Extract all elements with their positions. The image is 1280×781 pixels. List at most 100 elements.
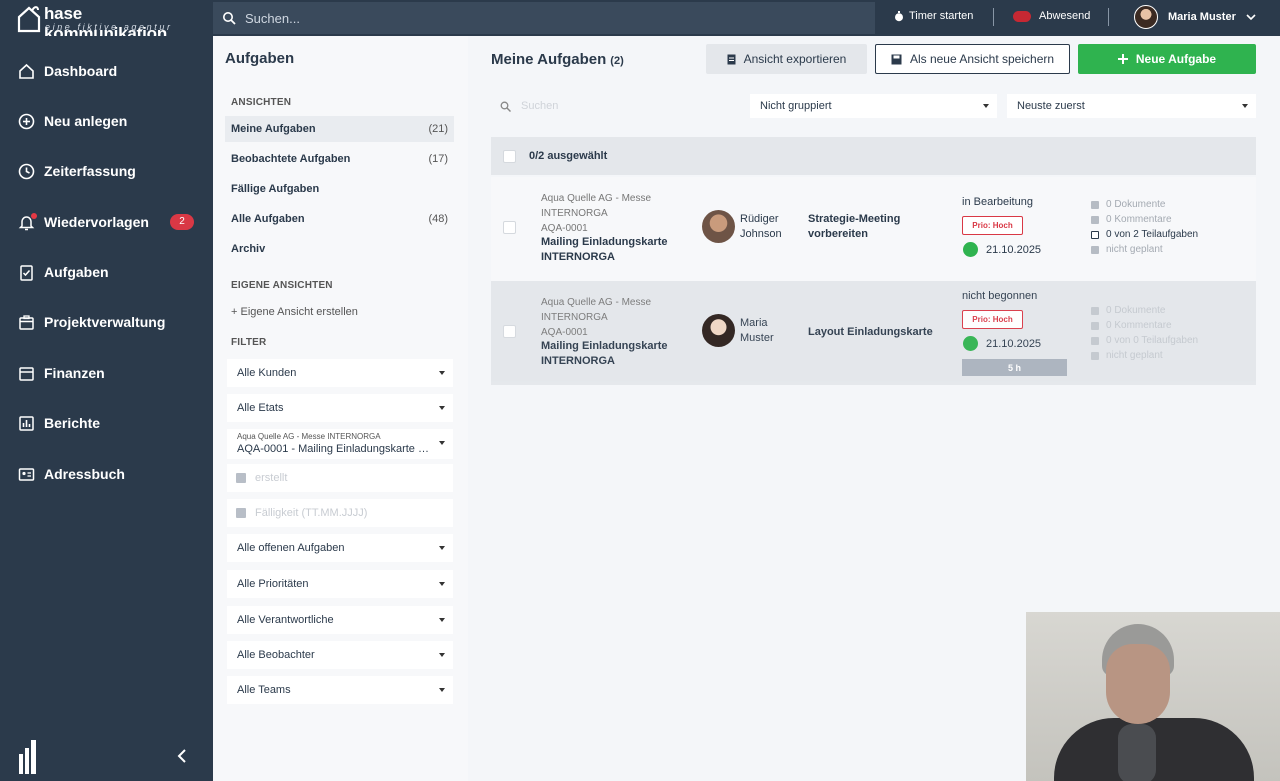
grouping-select[interactable]: Nicht gruppiert [750,94,997,118]
task-row[interactable]: Aqua Quelle AG - Messe INTERNORGA AQA-00… [491,177,1256,281]
timer-start-button[interactable]: Timer starten [894,10,973,22]
caret-down-icon [439,582,445,586]
caret-down-icon [439,546,445,550]
absent-label: Abwesend [1039,10,1091,22]
sidebar-item-berichte[interactable]: Berichte [0,405,213,441]
responsible-filter-select[interactable]: Alle Verantwortliche [227,606,453,634]
created-date-placeholder: erstellt [255,472,288,484]
documents-count-text: 0 Dokumente [1106,305,1166,316]
sidebar-item-dashboard[interactable]: Dashboard [0,53,213,89]
grouping-value: Nicht gruppiert [760,100,832,112]
view-item-archiv[interactable]: Archiv [225,236,454,262]
comments-count[interactable]: 0 Kommentare [1091,318,1198,333]
sidebar-item-label: Projektverwaltung [44,314,166,330]
comments-count[interactable]: 0 Kommentare [1091,212,1198,227]
sidebar-item-aufgaben[interactable]: Aufgaben [0,254,213,290]
sorting-value: Neuste zuerst [1017,100,1085,112]
observer-filter-select[interactable]: Alle Beobachter [227,641,453,669]
sidebar-item-label: Neu anlegen [44,113,128,129]
absent-toggle[interactable]: Abwesend [1013,10,1090,22]
checkbox-icon [1091,336,1099,345]
filter-value: Alle Prioritäten [237,578,309,590]
task-search-input[interactable]: Suchen [491,94,741,118]
absent-toggle-switch[interactable] [1013,10,1031,22]
export-view-button[interactable]: Ansicht exportieren [706,44,867,74]
task-title[interactable]: Layout Einladungskarte [808,325,933,340]
notification-dot [31,213,37,219]
task-project[interactable]: Mailing Einladungskarte INTERNORGA [541,339,668,369]
sidebar-item-wiedervorlagen[interactable]: Wiedervorlagen 2 [0,204,213,240]
sidebar-item-projektverwaltung[interactable]: Projektverwaltung [0,304,213,340]
view-item-count: (17) [428,153,448,165]
comments-count-text: 0 Kommentare [1106,320,1172,331]
sidebar-item-finanzen[interactable]: Finanzen [0,355,213,391]
subtasks-count[interactable]: 0 von 0 Teilaufgaben [1091,333,1198,348]
project-filter-select[interactable]: Aqua Quelle AG - Messe INTERNORGA AQA-00… [227,429,453,459]
caret-down-icon [439,688,445,692]
priority-filter-select[interactable]: Alle Prioritäten [227,570,453,598]
caret-down-icon [439,653,445,657]
status-dot-icon [963,242,978,257]
task-client: Aqua Quelle AG - Messe INTERNORGA AQA-00… [541,295,651,340]
task-status: nicht begonnen [962,290,1038,302]
sorting-select[interactable]: Neuste zuerst [1007,94,1256,118]
brand-logo[interactable]: hase kommunikation eine fiktive agentur [16,3,206,43]
open-tasks-filter-select[interactable]: Alle offenen Aufgaben [227,534,453,562]
view-item-faellige-aufgaben[interactable]: Fällige Aufgaben [225,176,454,202]
assignee-last-name: Muster [740,332,774,344]
due-date-input[interactable]: Fälligkeit (TT.MM.JJJJ) [227,499,453,527]
sidebar-item-label: Zeiterfassung [44,163,136,179]
task-project[interactable]: Mailing Einladungskarte INTERNORGA [541,235,668,265]
sidebar-item-neu-anlegen[interactable]: Neu anlegen [0,103,213,139]
global-search-input[interactable]: Suchen... [213,2,875,34]
select-all-checkbox[interactable] [503,149,516,163]
floppy-disk-icon [891,54,902,64]
due-date-value: 21.10.2025 [986,243,1042,256]
paperclip-icon [1091,200,1099,209]
priority-badge: Prio: Hoch [962,310,1023,329]
view-item-meine-aufgaben[interactable]: Meine Aufgaben (21) [225,116,454,142]
customer-filter-select[interactable]: Alle Kunden [227,359,453,387]
team-filter-select[interactable]: Alle Teams [227,676,453,704]
plus-icon [1117,54,1128,64]
filter-value: Alle Etats [237,402,284,414]
budget-filter-select[interactable]: Alle Etats [227,394,453,422]
created-date-input[interactable]: erstellt [227,464,453,492]
task-title[interactable]: Strategie-Meeting vorbereiten [808,212,900,242]
new-task-label: Neue Aufgabe [1135,52,1217,66]
filter-value: Alle offenen Aufgaben [237,542,345,554]
assignee-last-name: Johnson [740,228,782,240]
project-filter-client: Aqua Quelle AG - Messe INTERNORGA [237,432,381,441]
documents-count[interactable]: 0 Dokumente [1091,303,1198,318]
view-item-count: (48) [428,213,448,225]
task-row-checkbox[interactable] [503,221,516,234]
task-title-line: vorbereiten [808,228,868,240]
collapse-sidebar-icon[interactable] [176,748,188,764]
due-date-value: 21.10.2025 [986,337,1042,350]
task-meta: 0 Dokumente 0 Kommentare 0 von 0 Teilauf… [1091,303,1198,363]
caret-down-icon [439,441,445,445]
checkbox-icon [1091,230,1099,239]
view-item-label: Meine Aufgaben [231,123,316,135]
add-own-view-link[interactable]: + Eigene Ansicht erstellen [231,306,358,318]
caret-down-icon [439,618,445,622]
task-views-panel: Aufgaben ANSICHTEN Meine Aufgaben (21) B… [213,36,468,781]
view-item-alle-aufgaben[interactable]: Alle Aufgaben (48) [225,206,454,232]
view-item-beobachtete-aufgaben[interactable]: Beobachtete Aufgaben (17) [225,146,454,172]
task-row-checkbox[interactable] [503,325,516,338]
assignee-name: Maria Muster [740,316,774,346]
task-client-line: INTERNORGA [541,312,608,323]
user-menu[interactable]: Maria Muster [1134,5,1256,29]
sidebar-item-adressbuch[interactable]: Adressbuch [0,456,213,492]
sidebar-item-zeiterfassung[interactable]: Zeiterfassung [0,153,213,189]
sidebar-item-label: Berichte [44,415,101,431]
task-project-line: INTERNORGA [541,251,615,263]
task-row[interactable]: Aqua Quelle AG - Messe INTERNORGA AQA-00… [491,281,1256,385]
save-as-view-button[interactable]: Als neue Ansicht speichern [875,44,1070,74]
new-task-button[interactable]: Neue Aufgabe [1078,44,1256,74]
user-name: Maria Muster [1168,11,1236,23]
filter-value: Alle Beobachter [237,649,315,661]
documents-count[interactable]: 0 Dokumente [1091,197,1198,212]
subtasks-count[interactable]: 0 von 2 Teilaufgaben [1091,227,1198,242]
filter-value: Alle Kunden [237,367,297,379]
